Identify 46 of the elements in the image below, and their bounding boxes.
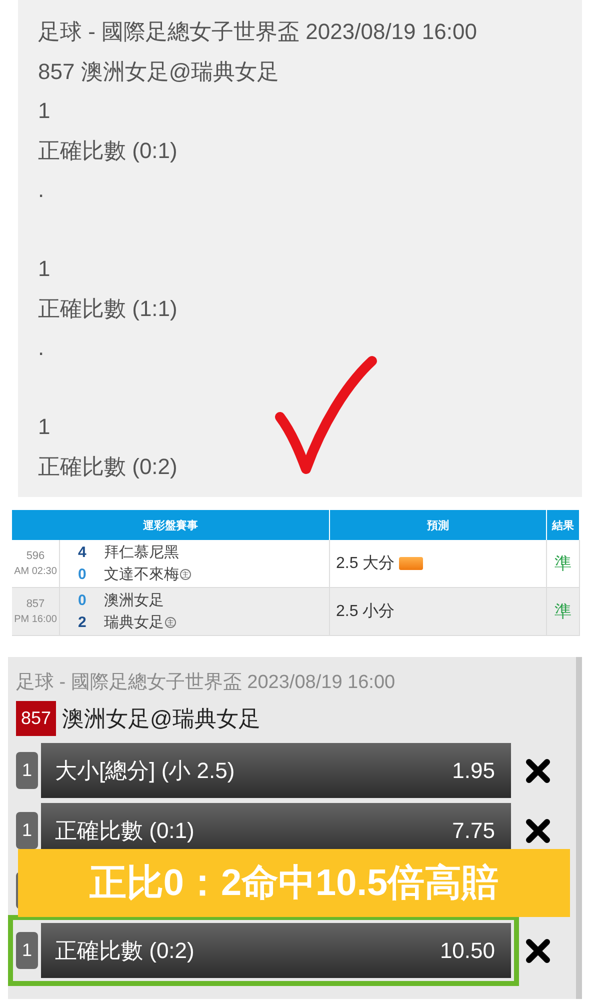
result-text: 準 [554,601,572,623]
check-mark-icon [275,356,377,474]
bet-label: 正確比數 (0:1) [55,816,194,844]
bet-label: 大小[總分] (小 2.5) [55,756,235,785]
bet-odds: 10.50 [440,938,495,964]
team-name: 拜仁慕尼黑 [104,543,179,562]
promo-banner: 正比0：2命中10.5倍高賠 [18,849,570,917]
team-score: 2 [78,614,88,631]
team-name: 文達不來梅 [104,565,179,584]
match-time: AM 02:30 [14,566,57,577]
team-name: 澳洲女足 [104,591,164,610]
bet-line: 正確比數 (0:1) [38,136,178,164]
result-text: 準 [554,553,572,575]
bet-line: . [38,334,46,362]
match-number: 596 [26,550,45,562]
match-time: PM 16:00 [14,614,57,625]
prediction-text: 2.5 大分 [336,554,395,574]
team-score: 0 [78,592,88,609]
column-header: 運彩盤賽事 [12,510,330,540]
event-header: 足球 - 國際足總女子世界盃 2023/08/19 16:00 [38,18,478,46]
bet-line: . [38,176,46,204]
event-header: 足球 - 國際足總女子世界盃 2023/08/19 16:00 [16,671,396,695]
bet-odds: 7.75 [452,818,495,844]
count-badge: 1 [16,812,38,849]
bet-line: 1 [38,97,52,125]
bet-line: 1 [38,413,52,441]
match-title: 857 澳洲女足@瑞典女足 [38,58,280,86]
remove-icon[interactable] [525,938,551,964]
count-badge: 1 [16,752,38,789]
team-score: 0 [78,566,88,583]
prediction-text: 2.5 小分 [336,602,395,622]
match-title: 澳洲女足@瑞典女足 [62,704,260,732]
bet-line: 1 [38,255,52,283]
bet-line: 正確比數 (1:1) [38,294,178,322]
remove-icon[interactable] [525,758,551,784]
event-number-badge: 857 [16,701,56,736]
bet-line: 正確比數 (0:2) [38,452,178,480]
bet-odds: 1.95 [452,758,495,784]
column-header: 結果 [547,510,580,540]
remove-icon[interactable] [525,818,551,844]
match-number: 857 [26,598,45,610]
bet-label: 正確比數 (0:2) [55,936,194,964]
team-score: 4 [78,544,88,561]
count-badge: 1 [16,932,38,969]
team-name: 瑞典女足 [104,613,164,632]
column-header: 預測 [330,510,547,540]
